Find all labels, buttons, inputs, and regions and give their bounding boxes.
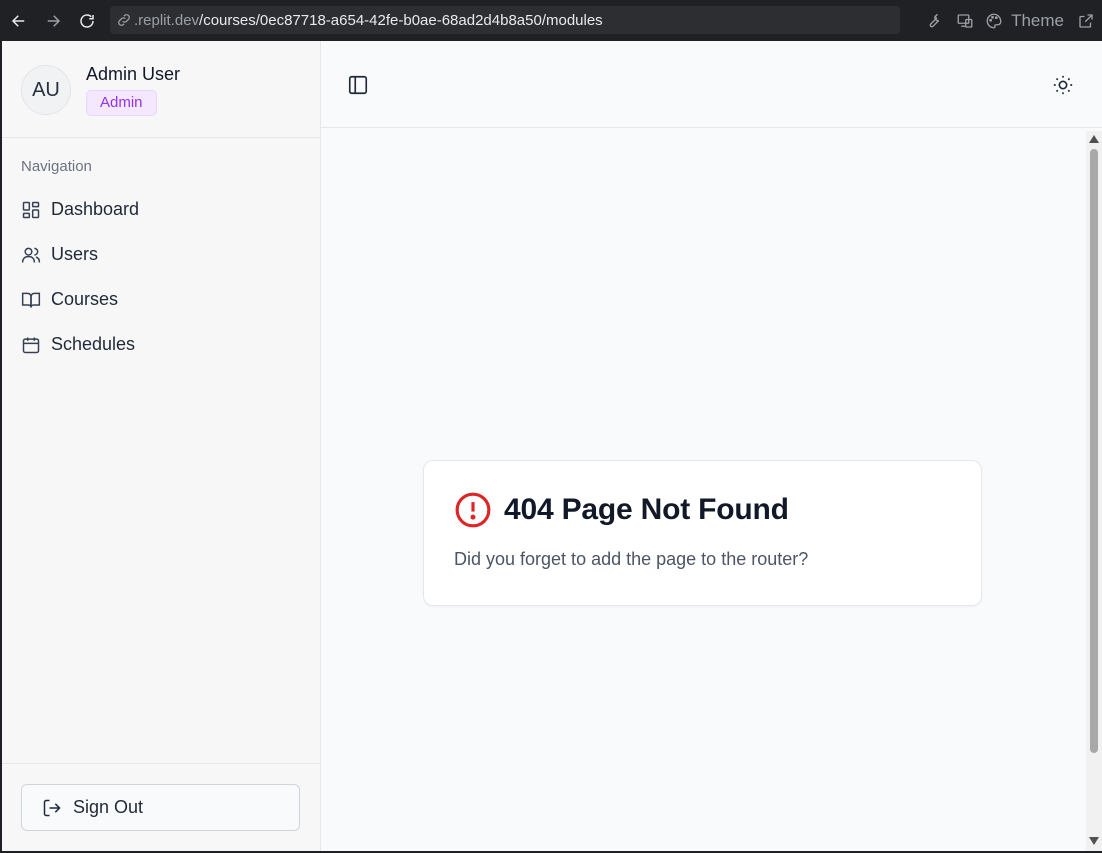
sidebar-item-courses[interactable]: Courses [21,277,301,322]
palette-icon [986,13,1002,28]
responsive-button[interactable] [949,5,981,37]
sidebar-item-dashboard[interactable]: Dashboard [21,187,301,232]
content-area: 404 Page Not Found Did you forget to add… [321,129,1102,851]
scroll-thumb[interactable] [1090,149,1098,753]
user-name: Admin User [86,64,181,84]
page-title: 404 Page Not Found [504,493,789,526]
sidebar-item-label: Users [51,244,99,264]
sidebar-nav: Navigation Dashboard Users Courses Sched… [2,138,320,367]
sun-icon[interactable] [1052,74,1074,96]
theme-label: Theme [1011,10,1064,30]
scrollbar[interactable] [1086,131,1102,851]
devices-icon [957,13,973,28]
open-new-tab-button[interactable] [1070,5,1102,37]
nav-heading: Navigation [21,158,92,175]
not-found-card: 404 Page Not Found Did you forget to add… [423,460,982,606]
book-icon [21,292,41,308]
sidebar-toggle-icon[interactable] [347,74,369,96]
card-header: 404 Page Not Found [454,491,951,529]
sidebar-item-label: Courses [51,289,119,309]
user-info: Admin User Admin [86,62,180,116]
main-area: 404 Page Not Found Did you forget to add… [321,41,1102,851]
sidebar-footer: Sign Out [2,763,320,851]
theme-button[interactable]: Theme [981,5,1070,37]
top-bar [321,41,1102,128]
dashboard-icon [22,201,40,218]
avatar: AU [21,65,71,115]
app-window: AU Admin User Admin Navigation Dashboard… [2,41,1102,851]
role-badge: Admin [86,90,157,116]
arrow-right-icon [47,14,61,27]
sidebar-item-users[interactable]: Users [21,232,301,277]
url-host: .replit.dev [134,11,200,29]
url-path: /courses/0ec87718-a654-42fe-b0ae-68ad2d4… [199,11,603,29]
reload-button[interactable] [72,6,102,36]
scroll-up-arrow[interactable] [1089,135,1099,143]
users-icon [21,247,41,262]
calendar-icon [22,337,40,353]
devtools-button[interactable] [917,5,949,37]
log-out-icon [43,799,61,816]
forward-button[interactable] [38,6,68,36]
address-bar[interactable]: .replit.dev/courses/0ec87718-a654-42fe-b… [110,6,900,34]
scroll-down-arrow[interactable] [1089,837,1099,845]
reload-icon [80,13,94,28]
back-button[interactable] [4,6,34,36]
external-link-icon [1079,13,1093,28]
sidebar-item-label: Dashboard [51,199,140,219]
sidebar-item-label: Schedules [51,334,136,354]
alert-circle-icon [455,492,491,528]
user-profile: AU Admin User Admin [2,41,320,138]
browser-toolbar: .replit.dev/courses/0ec87718-a654-42fe-b… [0,0,1102,41]
link-icon [118,14,130,26]
wrench-icon [929,13,940,27]
sign-out-label: Sign Out [73,797,144,817]
error-message: Did you forget to add the page to the ro… [454,549,809,569]
sidebar-item-schedules[interactable]: Schedules [21,322,301,367]
arrow-left-icon [11,14,25,27]
sign-out-button[interactable]: Sign Out [21,784,300,831]
sidebar: AU Admin User Admin Navigation Dashboard… [2,41,321,851]
